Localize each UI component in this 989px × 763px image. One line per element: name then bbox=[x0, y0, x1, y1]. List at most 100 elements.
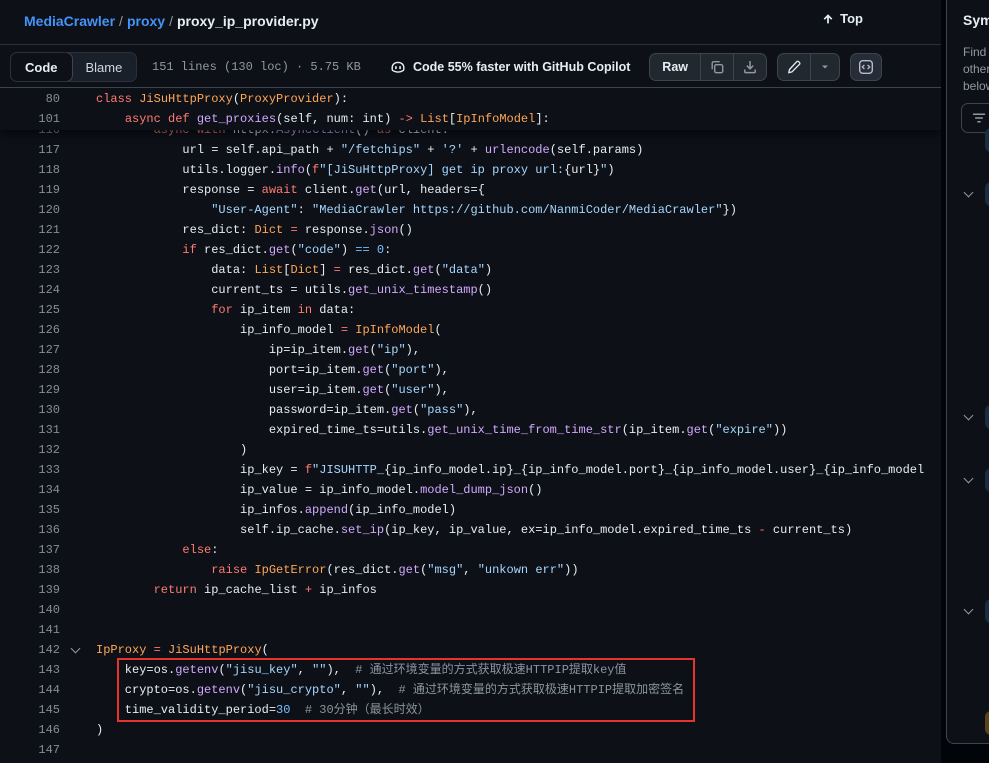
line-number[interactable]: 142 bbox=[0, 640, 60, 660]
copilot-banner: Code 55% faster with GitHub Copilot bbox=[390, 59, 630, 75]
code-line-143: 143 key=os.getenv("jisu_key", ""), # 通过环… bbox=[0, 660, 941, 680]
symbol-pill[interactable] bbox=[985, 468, 989, 492]
code-line-129: 129 user=ip_item.get("user"), bbox=[0, 380, 941, 400]
code-line-122: 122 if res_dict.get("code") == 0: bbox=[0, 240, 941, 260]
symbols-panel-description: Find definitions and references for func… bbox=[963, 44, 989, 95]
symbol-item[interactable] bbox=[947, 128, 989, 152]
file-info: 151 lines (130 loc) · 5.75 KB bbox=[152, 60, 361, 74]
line-number[interactable]: 125 bbox=[0, 300, 60, 320]
arrow-up-icon bbox=[821, 12, 835, 26]
tab-blame[interactable]: Blame bbox=[72, 53, 137, 81]
symbol-item[interactable] bbox=[947, 182, 989, 206]
line-number[interactable]: 136 bbox=[0, 520, 60, 540]
download-button[interactable] bbox=[733, 54, 766, 80]
chevron-down-icon[interactable] bbox=[71, 644, 81, 654]
symbols-panel-toggle-button[interactable] bbox=[850, 53, 882, 81]
file-view: MediaCrawler/proxy/proxy_ip_provider.py … bbox=[0, 0, 941, 763]
line-number[interactable]: 80 bbox=[0, 89, 60, 109]
line-number[interactable]: 124 bbox=[0, 280, 60, 300]
raw-button-label: Raw bbox=[658, 60, 692, 74]
line-number[interactable]: 129 bbox=[0, 380, 60, 400]
symbol-item[interactable] bbox=[947, 405, 989, 429]
code-line-138: 138 raise IpGetError(res_dict.get("msg",… bbox=[0, 560, 941, 580]
code-line-135: 135 ip_infos.append(ip_info_model) bbox=[0, 500, 941, 520]
line-number[interactable]: 134 bbox=[0, 480, 60, 500]
line-number[interactable]: 147 bbox=[0, 740, 60, 760]
edit-file-button[interactable] bbox=[778, 54, 810, 80]
download-icon bbox=[742, 59, 758, 75]
line-number[interactable]: 139 bbox=[0, 580, 60, 600]
code-line-117: 117 url = self.api_path + "/fetchips" + … bbox=[0, 140, 941, 160]
line-number[interactable]: 131 bbox=[0, 420, 60, 440]
line-number[interactable]: 137 bbox=[0, 540, 60, 560]
line-number[interactable]: 138 bbox=[0, 560, 60, 580]
symbol-pill[interactable] bbox=[985, 405, 989, 429]
copy-icon bbox=[709, 59, 725, 75]
line-number[interactable]: 117 bbox=[0, 140, 60, 160]
file-toolbar: Code Blame 151 lines (130 loc) · 5.75 KB… bbox=[0, 44, 941, 88]
code-line-130: 130 password=ip_item.get("pass"), bbox=[0, 400, 941, 420]
line-number[interactable]: 127 bbox=[0, 340, 60, 360]
sticky-lines: 80class JiSuHttpProxy(ProxyProvider):101… bbox=[0, 89, 941, 129]
code-line-119: 119 response = await client.get(url, hea… bbox=[0, 180, 941, 200]
line-number[interactable]: 141 bbox=[0, 620, 60, 640]
raw-actions-group: Raw bbox=[649, 53, 767, 81]
code-line-126: 126 ip_info_model = IpInfoModel( bbox=[0, 320, 941, 340]
breadcrumb-folder-link[interactable]: proxy bbox=[127, 13, 165, 29]
code-line-133: 133 ip_key = f"JISUHTTP_{ip_info_model.i… bbox=[0, 460, 941, 480]
line-number[interactable]: 120 bbox=[0, 200, 60, 220]
filter-icon bbox=[971, 110, 987, 126]
chevron-down-icon[interactable] bbox=[964, 474, 974, 484]
line-number[interactable]: 145 bbox=[0, 700, 60, 720]
code-line-121: 121 res_dict: Dict = response.json() bbox=[0, 220, 941, 240]
line-number[interactable]: 122 bbox=[0, 240, 60, 260]
breadcrumb-separator: / bbox=[165, 13, 177, 29]
breadcrumb: MediaCrawler/proxy/proxy_ip_provider.py bbox=[24, 13, 319, 29]
symbol-pill[interactable] bbox=[985, 128, 989, 152]
code-line-139: 139 return ip_cache_list + ip_infos bbox=[0, 580, 941, 600]
line-number[interactable]: 144 bbox=[0, 680, 60, 700]
line-number[interactable]: 126 bbox=[0, 320, 60, 340]
code-line-80: 80class JiSuHttpProxy(ProxyProvider): bbox=[0, 89, 941, 109]
line-number[interactable]: 135 bbox=[0, 500, 60, 520]
symbol-item[interactable] bbox=[947, 711, 989, 735]
breadcrumb-repo-link[interactable]: MediaCrawler bbox=[24, 13, 115, 29]
symbol-pill[interactable] bbox=[985, 711, 989, 735]
line-number[interactable]: 143 bbox=[0, 660, 60, 680]
breadcrumb-file-name: proxy_ip_provider.py bbox=[177, 13, 319, 29]
symbols-desc-line: Find definitions and references for func… bbox=[963, 44, 989, 61]
line-number[interactable]: 140 bbox=[0, 600, 60, 620]
symbols-panel-title: Symbols bbox=[963, 12, 989, 28]
symbol-item[interactable] bbox=[947, 599, 989, 623]
code-line-142: 142IpProxy = JiSuHttpProxy( bbox=[0, 640, 941, 660]
code-view: 116 async with httpx.AsyncClient() as cl… bbox=[0, 88, 941, 763]
symbol-pill[interactable] bbox=[985, 599, 989, 623]
tab-code[interactable]: Code bbox=[10, 52, 73, 82]
line-number[interactable]: 146 bbox=[0, 720, 60, 740]
line-number[interactable]: 128 bbox=[0, 360, 60, 380]
chevron-down-icon[interactable] bbox=[964, 188, 974, 198]
back-to-top-button[interactable]: Top bbox=[821, 11, 863, 26]
symbol-pill[interactable] bbox=[985, 182, 989, 206]
symbols-panel: Symbols Find definitions and references … bbox=[946, 0, 989, 744]
line-number[interactable]: 123 bbox=[0, 260, 60, 280]
symbol-item[interactable] bbox=[947, 468, 989, 492]
file-actions: Raw bbox=[649, 53, 882, 81]
back-to-top-label: Top bbox=[840, 11, 863, 26]
chevron-down-icon[interactable] bbox=[964, 411, 974, 421]
line-number[interactable]: 119 bbox=[0, 180, 60, 200]
line-number[interactable]: 132 bbox=[0, 440, 60, 460]
copy-raw-button[interactable] bbox=[700, 54, 733, 80]
edit-menu-button[interactable] bbox=[810, 54, 839, 80]
line-number[interactable]: 130 bbox=[0, 400, 60, 420]
code-line-140: 140 bbox=[0, 600, 941, 620]
line-number[interactable]: 118 bbox=[0, 160, 60, 180]
raw-button[interactable]: Raw bbox=[650, 54, 700, 80]
line-number[interactable]: 133 bbox=[0, 460, 60, 480]
code-line-127: 127 ip=ip_item.get("ip"), bbox=[0, 340, 941, 360]
line-number[interactable]: 121 bbox=[0, 220, 60, 240]
triangle-down-icon bbox=[819, 61, 831, 73]
code-line-137: 137 else: bbox=[0, 540, 941, 560]
chevron-down-icon[interactable] bbox=[964, 605, 974, 615]
line-number[interactable]: 101 bbox=[0, 109, 60, 129]
